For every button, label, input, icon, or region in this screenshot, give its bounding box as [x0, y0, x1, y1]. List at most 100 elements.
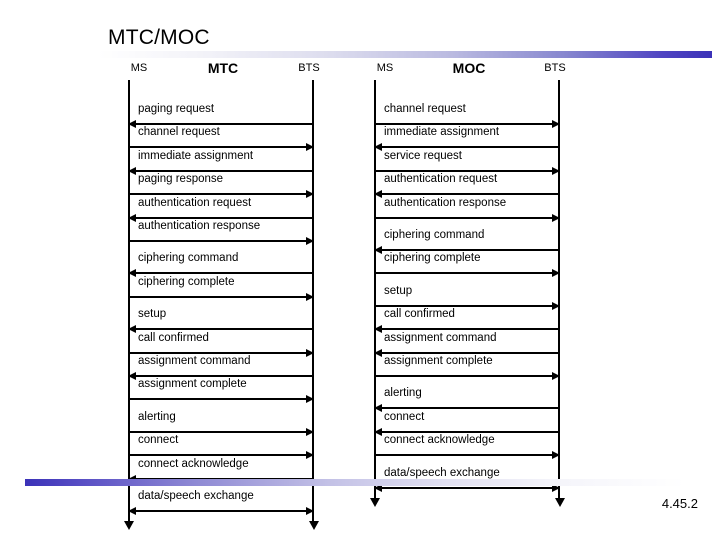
message-label: call confirmed [138, 331, 209, 344]
sequence-diagram-moc: MS MOC BTS channel request immediate assignm… [370, 60, 566, 507]
message-label: connect acknowledge [384, 434, 495, 447]
message-label: alerting [138, 410, 176, 423]
message-label: setup [138, 308, 167, 321]
message-label: authentication response [384, 196, 507, 209]
message-row: authentication response [128, 219, 314, 245]
lifelines-moc: channel request immediate assignment servi… [370, 80, 565, 507]
message-row: setup [374, 284, 560, 310]
sequence-diagram-mtc: MS MTC BTS paging request channel request imm… [124, 60, 320, 531]
message-label: channel request [138, 126, 220, 139]
message-row: assignment command [128, 354, 314, 380]
message-label: assignment command [138, 355, 251, 367]
message-row: immediate assignment [374, 125, 560, 152]
actor-label-right-mtc: BTS [298, 62, 320, 74]
message-row: channel request [128, 125, 314, 152]
arrow-head-right [306, 292, 314, 301]
arrow-head-right [306, 395, 314, 404]
actor-label-right-moc: BTS [544, 62, 566, 74]
message-label: setup [384, 284, 413, 297]
message-row: connect acknowledge [374, 433, 560, 460]
lifeline-end-arrow-left [124, 521, 134, 531]
message-row: data/speech exchange [128, 489, 314, 515]
message-label: connect [384, 410, 425, 423]
message-label: assignment command [384, 331, 497, 344]
actor-label-left-moc: MS [376, 62, 394, 74]
message-label: immediate assignment [138, 149, 254, 162]
message-label: ciphering command [384, 229, 485, 241]
lifeline-end-arrow-right [555, 498, 565, 507]
message-label: ciphering complete [138, 275, 235, 288]
arrow-head-right [552, 269, 560, 278]
message-row: paging response [128, 172, 314, 199]
message-row: immediate assignment [128, 149, 314, 175]
message-row: authentication response [374, 196, 560, 222]
message-label: data/speech exchange [138, 490, 254, 502]
message-arrow-line [375, 375, 558, 377]
message-label: connect [138, 434, 179, 447]
slide-canvas: MTC/MOC MS MTC BTS paging request channel re… [0, 0, 720, 540]
message-label: authentication request [384, 173, 498, 186]
message-row: call confirmed [128, 331, 314, 357]
message-label: channel request [384, 103, 466, 115]
message-row: service request [374, 149, 560, 175]
arrow-head-right [552, 451, 560, 460]
top-accent-bar [98, 51, 712, 58]
message-arrow-line [129, 295, 312, 298]
message-label: connect acknowledge [138, 457, 249, 470]
message-row: authentication request [374, 172, 560, 199]
arrow-head-right [552, 213, 560, 222]
bottom-accent-bar [25, 479, 685, 486]
message-row: ciphering complete [374, 251, 560, 278]
message-row: assignment command [374, 331, 560, 357]
message-label: data/speech exchange [384, 466, 500, 479]
message-label: paging request [138, 103, 215, 115]
slide-number: 4.45.2 [661, 496, 698, 511]
message-row: connect [128, 433, 314, 460]
message-label: assignment complete [384, 355, 493, 367]
message-row: alerting [374, 386, 560, 413]
message-arrow-line [375, 216, 558, 219]
message-row: connect [374, 410, 560, 436]
arrow-head-right [306, 507, 314, 515]
message-label: paging response [138, 173, 224, 186]
diagram-title-moc: MOC [452, 60, 486, 76]
diagram-header-moc: MS MOC BTS [374, 60, 566, 80]
arrow-head-right [552, 372, 560, 380]
message-label: service request [384, 149, 462, 162]
message-label: alerting [384, 387, 422, 400]
message-label: assignment complete [138, 378, 247, 391]
message-row: assignment complete [374, 354, 560, 380]
diagram-title-mtc: MTC [207, 60, 239, 76]
message-row: ciphering command [374, 228, 560, 254]
lifeline-end-arrow-left [370, 498, 380, 507]
message-arrow-line [129, 240, 312, 242]
message-arrow-line [129, 398, 312, 401]
message-row: ciphering command [128, 251, 314, 278]
lifelines-mtc: paging request channel request immediate a… [124, 80, 319, 531]
message-label: ciphering complete [384, 252, 481, 265]
actor-label-left-mtc: MS [130, 62, 148, 74]
message-row: authentication request [128, 196, 314, 222]
message-arrow-line [375, 454, 558, 457]
arrow-head-right [306, 237, 314, 245]
message-label: immediate assignment [384, 126, 500, 139]
message-arrow-line [129, 510, 312, 512]
message-label: call confirmed [384, 308, 455, 321]
message-label: authentication request [138, 196, 252, 209]
message-row: channel request [374, 102, 560, 128]
message-label: authentication response [138, 220, 261, 232]
message-row: assignment complete [128, 377, 314, 404]
message-label: ciphering command [138, 252, 239, 265]
page-title: MTC/MOC [108, 26, 210, 49]
message-row: ciphering complete [128, 275, 314, 301]
message-arrow-line [375, 486, 558, 489]
lifeline-end-arrow-right [309, 521, 319, 531]
message-row: paging request [128, 102, 314, 128]
message-row: setup [128, 307, 314, 334]
diagram-header-mtc: MS MTC BTS [128, 60, 320, 80]
arrow-head-left [128, 507, 136, 515]
message-row: alerting [128, 410, 314, 436]
message-row: connect acknowledge [128, 457, 314, 483]
message-arrow-line [375, 272, 558, 275]
message-row: call confirmed [374, 307, 560, 334]
